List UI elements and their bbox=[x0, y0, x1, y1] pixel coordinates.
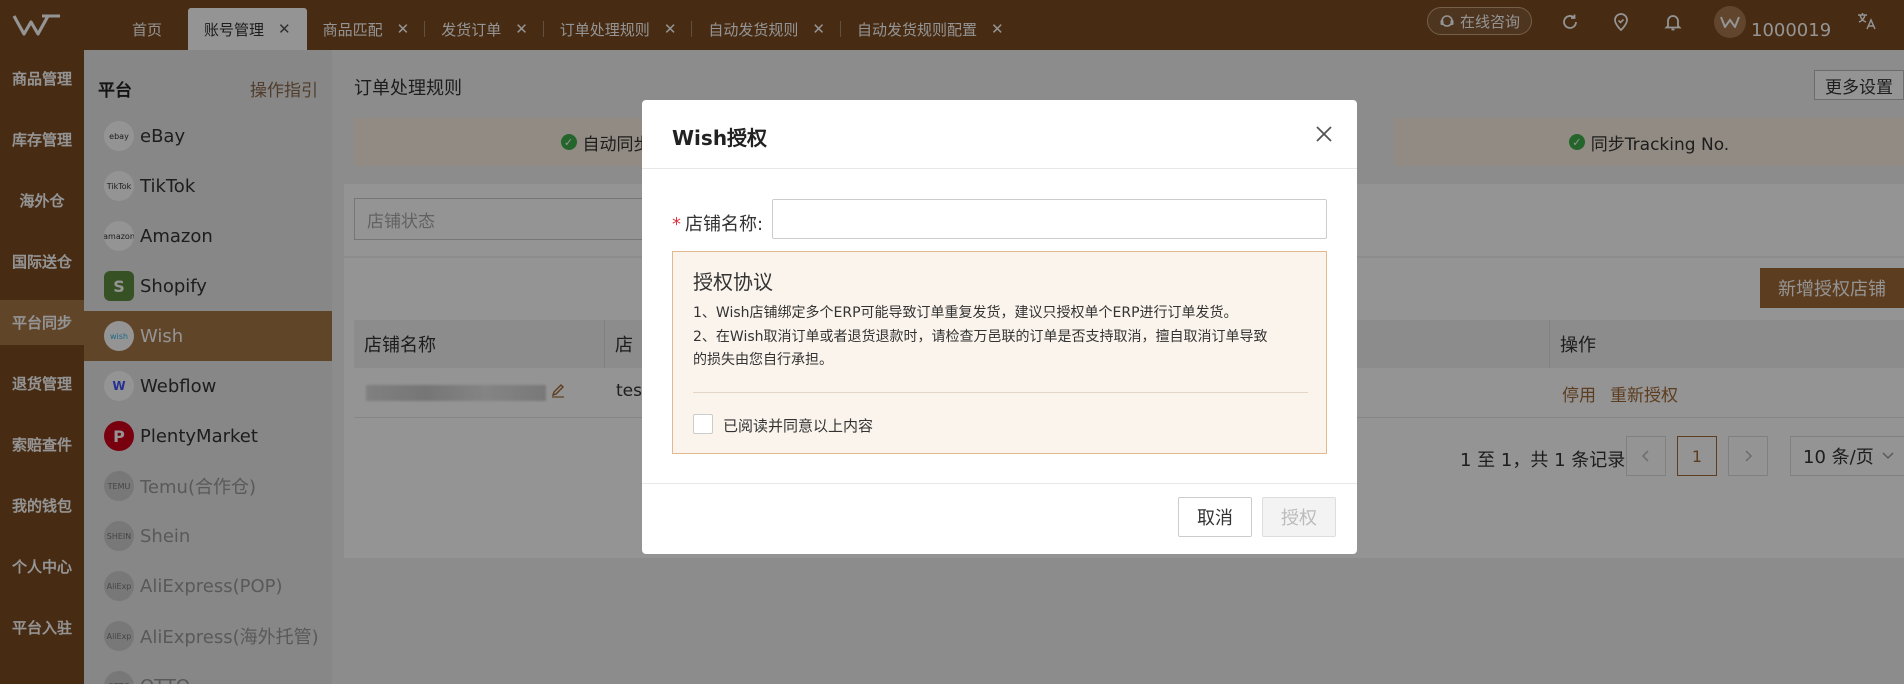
divider bbox=[642, 168, 1357, 169]
agree-checkbox-label[interactable]: 已阅读并同意以上内容 bbox=[723, 415, 873, 436]
wish-authorization-dialog: Wish授权 * 店铺名称: 授权协议 1、Wish店铺绑定多个ERP可能导致订单… bbox=[642, 100, 1357, 554]
shop-name-label-text: 店铺名称: bbox=[685, 214, 764, 235]
dialog-title: Wish授权 bbox=[672, 126, 768, 150]
divider bbox=[693, 392, 1308, 393]
agreement-line: 1、Wish店铺绑定多个ERP可能导致订单重复发货，建议只授权单个ERP进行订单… bbox=[693, 305, 1238, 321]
agreement-line: 2、在Wish取消订单或者退货退款时，请检查万邑联的订单是否支持取消，擅自取消订… bbox=[693, 329, 1268, 345]
divider bbox=[642, 483, 1357, 484]
authorize-button[interactable]: 授权 bbox=[1262, 497, 1336, 537]
cancel-button[interactable]: 取消 bbox=[1178, 497, 1252, 537]
agreement-box: 授权协议 1、Wish店铺绑定多个ERP可能导致订单重复发货，建议只授权单个ER… bbox=[672, 251, 1327, 454]
shop-name-input[interactable] bbox=[772, 199, 1327, 239]
agree-checkbox[interactable] bbox=[693, 414, 713, 434]
agreement-title: 授权协议 bbox=[693, 270, 773, 294]
close-icon[interactable] bbox=[1315, 120, 1333, 148]
required-mark: * bbox=[672, 214, 681, 235]
agreement-line: 的损失由您自行承担。 bbox=[693, 352, 833, 368]
shop-name-label: * 店铺名称: bbox=[672, 210, 763, 236]
